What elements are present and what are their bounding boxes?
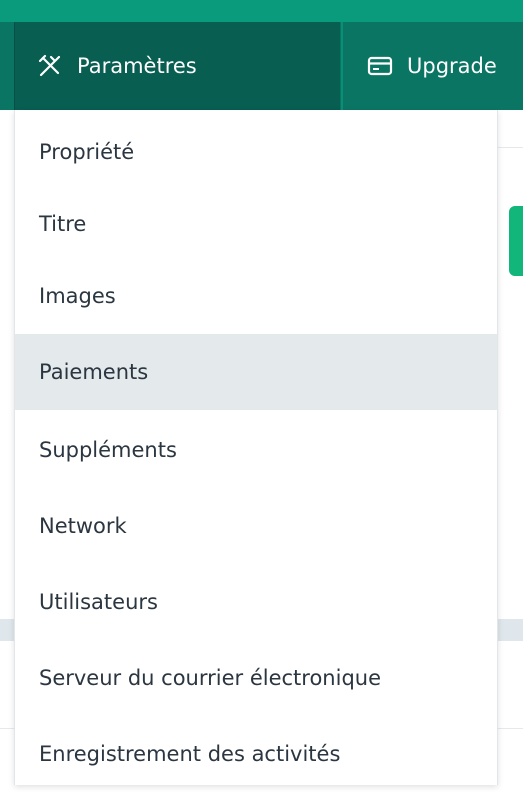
menu-item-label: Network bbox=[39, 514, 127, 538]
menu-item-label: Propriété bbox=[39, 140, 135, 164]
menu-item-supplements[interactable]: Suppléments bbox=[15, 412, 497, 488]
nav-upgrade-label: Upgrade bbox=[407, 54, 497, 78]
menu-item-label: Suppléments bbox=[39, 438, 177, 462]
menu-item-label: Enregistrement des activités bbox=[39, 742, 341, 766]
background-strip-right bbox=[498, 619, 523, 641]
nav-settings-label: Paramètres bbox=[77, 54, 197, 78]
background-divider-left bbox=[0, 728, 14, 729]
menu-item-network[interactable]: Network bbox=[15, 488, 497, 564]
background-strip-left bbox=[0, 619, 14, 641]
green-side-tab[interactable] bbox=[509, 206, 523, 276]
menu-item-label: Titre bbox=[39, 212, 87, 236]
menu-item-label: Serveur du courrier électronique bbox=[39, 666, 382, 690]
menu-item-utilisateurs[interactable]: Utilisateurs bbox=[15, 564, 497, 640]
menu-item-images[interactable]: Images bbox=[15, 258, 497, 334]
menu-item-propriete[interactable]: Propriété bbox=[15, 114, 497, 190]
menu-item-enregistrement-activites[interactable]: Enregistrement des activités bbox=[15, 716, 497, 792]
credit-card-icon bbox=[367, 53, 393, 79]
background-divider bbox=[498, 147, 523, 148]
menu-item-label: Paiements bbox=[39, 360, 149, 384]
menu-item-serveur-courrier[interactable]: Serveur du courrier électronique bbox=[15, 640, 497, 716]
nav-settings-menu[interactable]: Paramètres bbox=[14, 22, 340, 110]
menu-item-label: Utilisateurs bbox=[39, 590, 158, 614]
settings-dropdown-menu: Propriété Titre Images Paiements Supplém… bbox=[14, 110, 498, 785]
tools-icon bbox=[37, 53, 63, 79]
menu-item-titre[interactable]: Titre bbox=[15, 186, 497, 262]
top-accent-bar bbox=[0, 0, 523, 22]
nav-upgrade-link[interactable]: Upgrade bbox=[341, 22, 523, 110]
nav-previous-item-edge[interactable]: ) bbox=[0, 22, 12, 110]
background-divider-right bbox=[498, 728, 523, 729]
menu-item-label: Images bbox=[39, 284, 116, 308]
menu-item-paiements[interactable]: Paiements bbox=[15, 334, 497, 410]
